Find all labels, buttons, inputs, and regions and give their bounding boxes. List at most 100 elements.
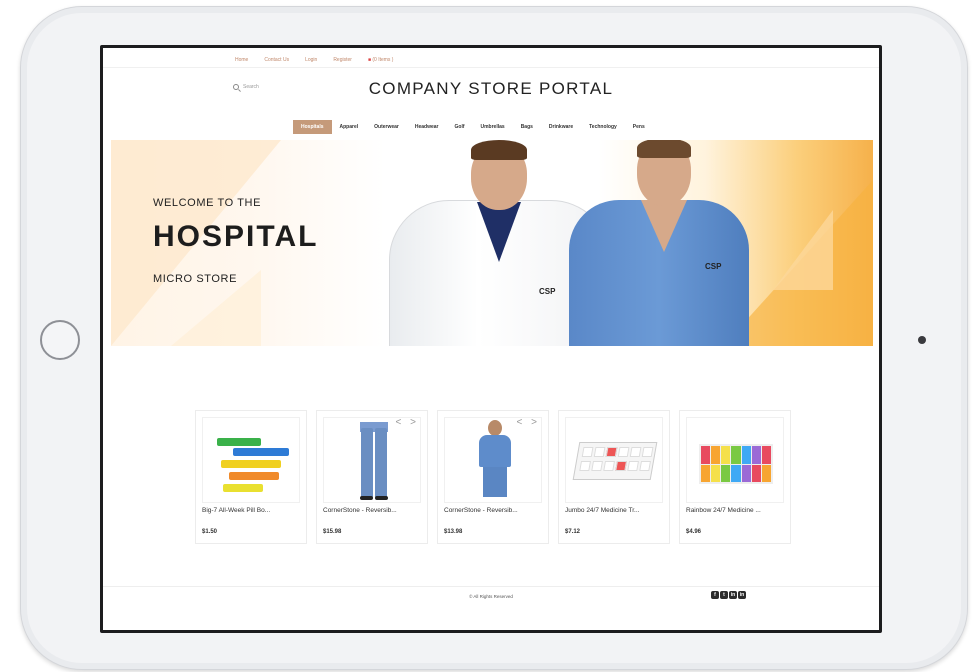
twitter-icon[interactable]: t bbox=[720, 591, 728, 599]
product-price: $4.96 bbox=[686, 529, 702, 535]
organizer-cell bbox=[701, 446, 711, 464]
linkedin-icon[interactable]: in bbox=[729, 591, 737, 599]
organizer-cell bbox=[731, 464, 741, 482]
hero-subtitle: MICRO STORE bbox=[153, 273, 238, 285]
organizer-cell bbox=[751, 464, 761, 482]
product-image[interactable] bbox=[202, 417, 300, 503]
scrub-top bbox=[479, 435, 511, 467]
nav-home-link[interactable]: Home bbox=[235, 57, 248, 63]
organizer-cell bbox=[741, 446, 751, 464]
divider bbox=[103, 67, 879, 68]
tray-cell bbox=[615, 461, 627, 471]
product-list: Big-7 All-Week Pill Bo... $1.50 < > Corn… bbox=[195, 410, 791, 544]
scrubs-model-image bbox=[475, 420, 515, 500]
hero-banner[interactable]: WELCOME TO THE HOSPITAL MICRO STORE CSP … bbox=[111, 140, 873, 346]
product-card[interactable]: < > CornerStone - Reversib... $13.98 bbox=[437, 410, 549, 544]
tablet-camera bbox=[918, 336, 926, 344]
product-card[interactable]: < > CornerStone - Reversib... $15.98 bbox=[316, 410, 428, 544]
linkedin-icon[interactable]: in bbox=[738, 591, 746, 599]
organizer-cell bbox=[721, 464, 731, 482]
rainbow-organizer-image bbox=[699, 444, 773, 484]
cart-icon: ■ bbox=[367, 57, 371, 63]
organizer-cell bbox=[731, 446, 741, 464]
tablet-home-button[interactable] bbox=[40, 320, 80, 360]
product-card[interactable]: Rainbow 24/7 Medicine ... $4.96 bbox=[679, 410, 791, 544]
model-in-scrubs: CSP bbox=[569, 140, 749, 346]
tray-cell bbox=[629, 447, 642, 457]
tray-cell bbox=[581, 447, 594, 457]
tray-cell bbox=[603, 461, 615, 471]
organizer-cell bbox=[761, 446, 771, 464]
image-carousel-arrows[interactable]: < > bbox=[396, 417, 419, 428]
site-logo[interactable]: COMPANY STORE PORTAL bbox=[103, 79, 879, 99]
category-tab-drinkware[interactable]: Drinkware bbox=[541, 120, 581, 134]
tray-cell bbox=[593, 447, 606, 457]
web-page: Home Contact Us Login Register ■ (0 Item… bbox=[103, 48, 879, 630]
nav-register-link[interactable]: Register bbox=[333, 57, 352, 63]
category-tab-hospitals[interactable]: Hospitals bbox=[293, 120, 332, 134]
product-name[interactable]: Rainbow 24/7 Medicine ... bbox=[686, 507, 761, 514]
image-carousel-arrows[interactable]: < > bbox=[517, 417, 540, 428]
pants-leg bbox=[361, 428, 373, 498]
hero-title: HOSPITAL bbox=[153, 220, 319, 253]
nav-cart-link[interactable]: ■ (0 Items ) bbox=[368, 57, 394, 63]
pill-box-shape bbox=[221, 460, 281, 468]
product-card[interactable]: Jumbo 24/7 Medicine Tr... $7.12 bbox=[558, 410, 670, 544]
product-image[interactable] bbox=[444, 417, 542, 503]
top-utility-nav: Home Contact Us Login Register ■ (0 Item… bbox=[235, 57, 393, 63]
tray-cell bbox=[617, 447, 630, 457]
footer-divider bbox=[103, 586, 879, 587]
product-image[interactable] bbox=[686, 417, 784, 503]
product-price: $7.12 bbox=[565, 529, 581, 535]
pill-box-shape bbox=[233, 448, 289, 456]
nav-contact-link[interactable]: Contact Us bbox=[264, 57, 289, 63]
category-tab-umbrellas[interactable]: Umbrellas bbox=[473, 120, 513, 134]
organizer-cell bbox=[721, 446, 731, 464]
category-tab-apparel[interactable]: Apparel bbox=[332, 120, 367, 134]
pill-box-shape bbox=[223, 484, 263, 492]
product-image[interactable] bbox=[565, 417, 663, 503]
nav-login-link[interactable]: Login bbox=[305, 57, 317, 63]
product-price: $1.50 bbox=[202, 529, 218, 535]
organizer-cell bbox=[711, 446, 721, 464]
tray-cell bbox=[605, 447, 618, 457]
cart-count: (0 Items ) bbox=[372, 57, 394, 63]
copyright-text: © All Rights Reserved bbox=[469, 594, 513, 599]
organizer-cell bbox=[701, 464, 711, 482]
tray-cell bbox=[639, 461, 651, 471]
tray-cell bbox=[627, 461, 639, 471]
medicine-tray-image bbox=[572, 442, 658, 480]
tray-cell bbox=[641, 447, 654, 457]
scrub-pants bbox=[483, 467, 507, 497]
product-price: $15.98 bbox=[323, 529, 342, 535]
pill-box-shape bbox=[217, 438, 261, 446]
category-tab-technology[interactable]: Technology bbox=[581, 120, 625, 134]
product-name[interactable]: CornerStone - Reversib... bbox=[444, 507, 518, 514]
facebook-icon[interactable]: f bbox=[711, 591, 719, 599]
model-hair bbox=[637, 140, 691, 158]
category-tab-pens[interactable]: Pens bbox=[625, 120, 653, 134]
product-name[interactable]: CornerStone - Reversib... bbox=[323, 507, 397, 514]
organizer-cell bbox=[741, 464, 751, 482]
category-tab-outerwear[interactable]: Outerwear bbox=[366, 120, 407, 134]
product-name[interactable]: Big-7 All-Week Pill Bo... bbox=[202, 507, 270, 514]
shoe bbox=[360, 496, 373, 500]
product-card[interactable]: Big-7 All-Week Pill Bo... $1.50 bbox=[195, 410, 307, 544]
scrub-pants-image bbox=[360, 420, 388, 500]
organizer-cell bbox=[761, 464, 771, 482]
coat-logo: CSP bbox=[539, 287, 556, 296]
organizer-cell bbox=[711, 464, 721, 482]
category-nav: Hospitals Apparel Outerwear Headwear Gol… bbox=[293, 120, 653, 134]
social-links: f t in in bbox=[711, 591, 746, 599]
category-tab-headwear[interactable]: Headwear bbox=[407, 120, 447, 134]
pill-box-shape bbox=[229, 472, 279, 480]
tray-cell bbox=[591, 461, 603, 471]
product-image[interactable] bbox=[323, 417, 421, 503]
tablet-screen: Home Contact Us Login Register ■ (0 Item… bbox=[100, 45, 882, 633]
category-tab-bags[interactable]: Bags bbox=[513, 120, 541, 134]
model-hair bbox=[471, 140, 527, 160]
tray-cell bbox=[579, 461, 591, 471]
model-head bbox=[488, 420, 502, 436]
category-tab-golf[interactable]: Golf bbox=[447, 120, 473, 134]
product-name[interactable]: Jumbo 24/7 Medicine Tr... bbox=[565, 507, 639, 514]
